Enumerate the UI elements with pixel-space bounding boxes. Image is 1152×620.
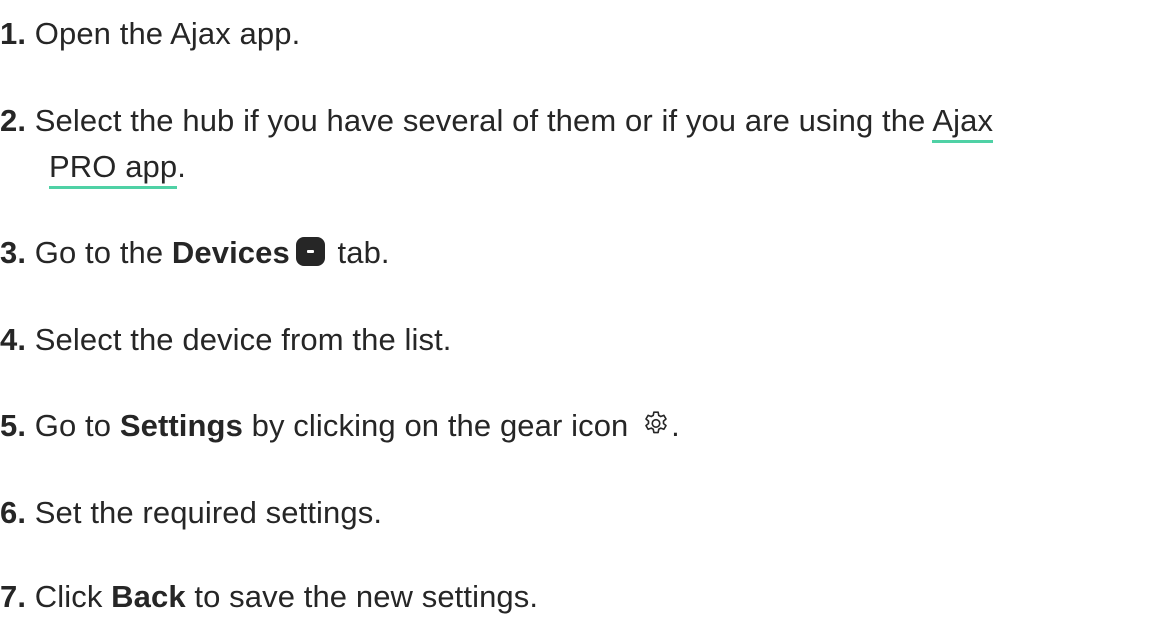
step-number: 7. bbox=[0, 579, 27, 614]
step-number: 3. bbox=[0, 235, 27, 270]
step-number: 1. bbox=[0, 16, 27, 51]
step-text: Select the device from the list. bbox=[34, 322, 452, 357]
step-text: Open the Ajax app. bbox=[34, 16, 301, 51]
settings-label: Settings bbox=[119, 408, 243, 443]
back-label: Back bbox=[111, 579, 186, 614]
step-text-end: . bbox=[177, 149, 186, 184]
step-text: Set the required settings. bbox=[34, 495, 383, 530]
step-number: 2. bbox=[0, 103, 27, 138]
ajax-pro-app-link-part1[interactable]: Ajax bbox=[932, 103, 994, 143]
step-number: 4. bbox=[0, 322, 27, 357]
step-text: Select the hub if you have several of th… bbox=[34, 103, 933, 138]
step-number: 6. bbox=[0, 495, 27, 530]
devices-tab-icon bbox=[295, 237, 325, 266]
step-1: 1. Open the Ajax app. bbox=[0, 11, 1140, 57]
step-text-end: . bbox=[671, 408, 680, 443]
step-4: 4. Select the device from the list. bbox=[0, 317, 1140, 363]
step-2-continuation: PRO app. bbox=[0, 144, 1140, 190]
step-text: Go to the bbox=[34, 235, 172, 270]
step-text-end: tab. bbox=[328, 235, 390, 270]
step-text-middle: by clicking on the gear icon bbox=[242, 408, 638, 443]
gear-icon bbox=[645, 411, 667, 434]
step-2: 2. Select the hub if you have several of… bbox=[0, 98, 1140, 190]
step-7: 7. Click Back to save the new settings. bbox=[0, 574, 1140, 620]
step-text-end: to save the new settings. bbox=[185, 579, 539, 614]
step-number: 5. bbox=[0, 408, 27, 443]
step-text: Click bbox=[34, 579, 112, 614]
step-3: 3. Go to the Devices tab. bbox=[0, 230, 1140, 276]
step-5: 5. Go to Settings by clicking on the gea… bbox=[0, 403, 1140, 449]
step-text: Go to bbox=[34, 408, 120, 443]
devices-label: Devices bbox=[171, 235, 290, 270]
ajax-pro-app-link-part2[interactable]: PRO app bbox=[49, 149, 178, 189]
step-6: 6. Set the required settings. bbox=[0, 490, 1140, 536]
